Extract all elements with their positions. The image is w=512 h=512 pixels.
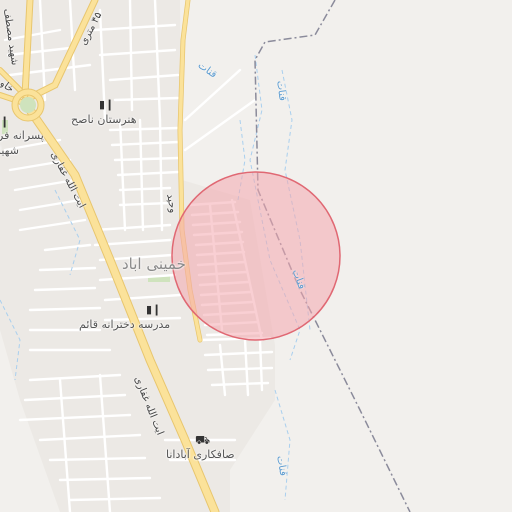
poi-label-school-naseh[interactable]: هنرستان ناصح [71, 113, 137, 126]
highlight-circle[interactable] [171, 171, 341, 341]
car-icon: ⛟ [195, 433, 211, 447]
map-canvas[interactable]: خمینی اباد ▮❙ هنرستان ناصح ▮❙ مدرسه دختر… [0, 0, 512, 512]
poi-label-left-shahid: شهیا [0, 144, 19, 157]
school-icon: ▮❙ [146, 303, 162, 316]
school-icon: ❙ [0, 115, 10, 128]
poi-label-school-ghaem[interactable]: مدرسه دخترانه قائم [79, 318, 170, 331]
poi-label-school-left[interactable]: پسرانه فر [0, 129, 44, 142]
school-icon: ▮❙ [99, 98, 115, 111]
district-label: خمینی اباد [122, 255, 186, 273]
poi-label-garage-abadana[interactable]: صافکاری آبادانا [166, 448, 235, 461]
map-base [0, 0, 411, 512]
